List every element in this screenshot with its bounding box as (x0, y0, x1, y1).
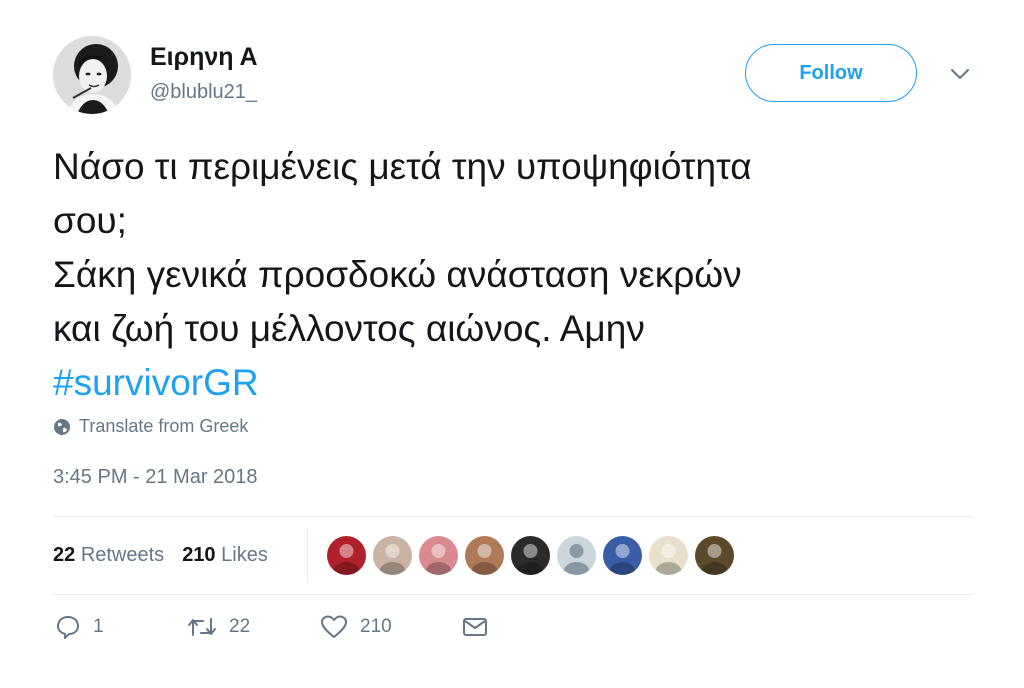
likes-count: 210 (182, 543, 216, 566)
follow-button[interactable]: Follow (745, 44, 917, 102)
avatar-photo-icon (511, 536, 550, 575)
liker-avatars (327, 536, 734, 575)
divider (53, 594, 973, 595)
avatar-photo-icon (373, 536, 412, 575)
avatar-photo-icon (53, 36, 131, 114)
retweets-label: Retweets (80, 543, 165, 566)
retweets-count: 22 (53, 543, 76, 566)
tweet-text: Νάσο τι περιμένεις μετά την υποψηφιότητα… (53, 140, 983, 410)
liker-avatar-7[interactable] (603, 536, 642, 575)
reply-icon (57, 616, 79, 639)
tweet-actions: 1 22 210 (55, 614, 488, 640)
tweet-text-line: και ζωή του μέλλοντος αιώνος. Αμην (53, 308, 645, 349)
tweet-menu-button[interactable] (947, 63, 973, 85)
reply-count: 1 (93, 616, 104, 637)
tweet-card: Ειρηνη Α @blublu21_ Follow Νάσο τι περιμ… (0, 0, 1024, 688)
avatar-photo-icon (327, 536, 366, 575)
author-handle[interactable]: @blublu21_ (150, 81, 257, 104)
liker-avatar-4[interactable] (465, 536, 504, 575)
tweet-text-line: Νάσο τι περιμένεις μετά την υποψηφιότητα (53, 146, 752, 187)
liker-avatar-9[interactable] (695, 536, 734, 575)
retweets-stat[interactable]: 22 Retweets (53, 544, 164, 567)
likes-stat[interactable]: 210 Likes (182, 544, 268, 567)
author-avatar[interactable] (53, 36, 131, 114)
translate-label: Translate from Greek (79, 416, 249, 436)
liker-avatar-3[interactable] (419, 536, 458, 575)
avatar-photo-icon (649, 536, 688, 575)
liker-avatar-1[interactable] (327, 536, 366, 575)
retweet-button[interactable]: 22 (187, 615, 320, 639)
chevron-down-icon (951, 69, 969, 79)
liker-avatar-2[interactable] (373, 536, 412, 575)
direct-message-button[interactable] (462, 616, 488, 638)
liker-avatar-8[interactable] (649, 536, 688, 575)
hashtag-link[interactable]: #survivorGR (53, 356, 983, 410)
retweet-count: 22 (229, 616, 251, 637)
avatar-photo-icon (603, 536, 642, 575)
tweet-stats: 22 Retweets 210 Likes (53, 516, 268, 594)
avatar-photo-icon (695, 536, 734, 575)
reply-button[interactable]: 1 (55, 614, 187, 640)
envelope-icon (463, 618, 487, 636)
tweet-text-line: σου; (53, 200, 127, 241)
globe-icon (54, 418, 70, 435)
heart-icon (321, 615, 347, 638)
likes-label: Likes (221, 543, 268, 566)
avatar-photo-icon (557, 536, 596, 575)
liker-avatar-6[interactable] (557, 536, 596, 575)
retweet-icon (188, 618, 216, 636)
stats-separator (307, 528, 308, 582)
like-count: 210 (360, 616, 392, 637)
avatar-photo-icon (465, 536, 504, 575)
liker-avatar-5[interactable] (511, 536, 550, 575)
like-button[interactable]: 210 (320, 614, 462, 640)
translate-link[interactable]: Translate from Greek (53, 416, 248, 437)
tweet-text-line: Σάκη γενικά προσδοκώ ανάσταση νεκρών (53, 254, 742, 295)
author-display-name[interactable]: Ειρηνη Α (150, 43, 258, 72)
tweet-timestamp[interactable]: 3:45 PM - 21 Mar 2018 (53, 466, 258, 489)
avatar-photo-icon (419, 536, 458, 575)
